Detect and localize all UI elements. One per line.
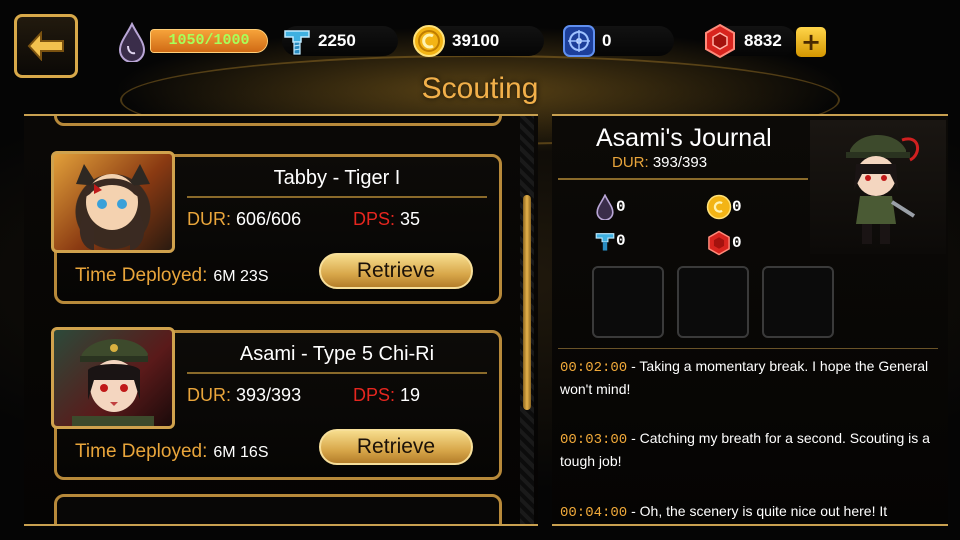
back-button[interactable] bbox=[14, 14, 78, 78]
page-title: Scouting bbox=[421, 72, 539, 105]
dur-label: DUR: bbox=[612, 154, 649, 171]
cores-resource: 0 bbox=[562, 25, 674, 57]
unit-name: Asami - Type 5 Chi-Ri bbox=[187, 343, 487, 374]
list-item-partial-bottom bbox=[54, 494, 502, 524]
retrieve-button[interactable]: Retrieve bbox=[319, 429, 473, 465]
loot-coins-value: 0 bbox=[732, 198, 742, 216]
add-gems-button[interactable]: + bbox=[796, 27, 826, 57]
gems-resource: 8832 bbox=[704, 23, 796, 59]
cores-value: 0 bbox=[602, 31, 612, 50]
time-deployed: Time Deployed: 6M 23S bbox=[75, 265, 269, 287]
retrieve-button[interactable]: Retrieve bbox=[319, 253, 473, 289]
dark-drop-icon bbox=[596, 194, 614, 220]
divider bbox=[558, 178, 808, 180]
time-deployed-label: Time Deployed: bbox=[75, 441, 208, 462]
dps-label: DPS: bbox=[353, 385, 396, 405]
dur-label: DUR: bbox=[187, 209, 231, 229]
portrait-art bbox=[72, 339, 154, 426]
red-gem-icon bbox=[708, 230, 730, 256]
unit-portrait[interactable] bbox=[51, 327, 175, 429]
bolts-resource: 2250 bbox=[282, 26, 398, 56]
deployed-list-panel[interactable]: Tabby - Tiger I DUR: 606/606 DPS: 35 Tim… bbox=[24, 114, 538, 526]
journal-log-entry: 00:02:00 - Taking a momentary break. I h… bbox=[560, 356, 944, 400]
coins-value: 39100 bbox=[452, 31, 500, 50]
journal-log[interactable]: 00:02:00 - Taking a momentary break. I h… bbox=[552, 350, 948, 526]
bolt-icon bbox=[595, 233, 615, 251]
list-item-partial-top bbox=[54, 116, 502, 126]
journal-log-entry: 00:03:00 - Catching my breath for a seco… bbox=[560, 428, 944, 472]
list-scrollbar-thumb[interactable] bbox=[523, 195, 531, 410]
dur-label: DUR: bbox=[187, 385, 231, 405]
unit-dur: DUR: 606/606 bbox=[187, 209, 301, 230]
unit-portrait[interactable] bbox=[51, 151, 175, 253]
dps-value: 35 bbox=[400, 209, 421, 229]
gold-coin-icon bbox=[413, 25, 445, 57]
dur-value: 393/393 bbox=[236, 385, 302, 405]
red-gem-icon bbox=[705, 23, 735, 59]
dps-value: 19 bbox=[400, 385, 421, 405]
time-deployed-value: 6M 23S bbox=[213, 268, 269, 285]
reward-slot[interactable] bbox=[677, 266, 749, 338]
deployed-unit-card: Asami - Type 5 Chi-Ri DUR: 393/393 DPS: … bbox=[51, 327, 502, 480]
bolt-icon bbox=[284, 30, 310, 55]
portrait-art bbox=[76, 164, 150, 250]
unit-chibi-image bbox=[810, 120, 946, 254]
journal-dur: DUR: 393/393 bbox=[612, 154, 707, 171]
log-time: 00:04:00 bbox=[560, 505, 628, 521]
divider bbox=[558, 348, 938, 349]
journal-log-entry: 00:04:00 - Oh, the scenery is quite nice… bbox=[560, 501, 944, 524]
loot-drops: 0 bbox=[594, 194, 626, 220]
chibi-art bbox=[846, 135, 919, 244]
log-text: - Oh, the scenery is quite nice out here… bbox=[627, 503, 888, 519]
journal-panel: Asami's Journal DUR: 393/393 0 0 0 0 00:… bbox=[552, 114, 948, 526]
deployed-unit-card: Tabby - Tiger I DUR: 606/606 DPS: 35 Tim… bbox=[51, 151, 502, 304]
energy-bar: 1050/1000 bbox=[150, 29, 268, 53]
unit-dps: DPS: 35 bbox=[353, 209, 420, 230]
time-deployed-value: 6M 16S bbox=[213, 444, 269, 461]
loot-drops-value: 0 bbox=[616, 198, 626, 216]
back-arrow-icon bbox=[27, 31, 64, 61]
loot-bolts: 0 bbox=[594, 230, 626, 252]
unit-dps: DPS: 19 bbox=[353, 385, 420, 406]
coins-resource: 39100 bbox=[413, 25, 544, 57]
gold-coin-icon bbox=[706, 194, 732, 220]
blue-core-icon bbox=[563, 25, 595, 57]
bolts-value: 2250 bbox=[318, 31, 356, 50]
unit-dur: DUR: 393/393 bbox=[187, 385, 301, 406]
gems-value: 8832 bbox=[744, 31, 782, 50]
log-time: 00:03:00 bbox=[560, 432, 628, 448]
dur-value: 606/606 bbox=[236, 209, 302, 229]
loot-bolts-value: 0 bbox=[616, 232, 626, 250]
reward-slot[interactable] bbox=[762, 266, 834, 338]
loot-gems-value: 0 bbox=[732, 234, 742, 252]
loot-gems: 0 bbox=[706, 230, 742, 256]
dur-value: 393/393 bbox=[652, 154, 708, 171]
time-deployed: Time Deployed: 6M 16S bbox=[75, 441, 269, 463]
dark-drop-icon bbox=[118, 22, 146, 62]
loot-coins: 0 bbox=[706, 194, 742, 220]
time-deployed-label: Time Deployed: bbox=[75, 265, 208, 286]
dps-label: DPS: bbox=[353, 209, 396, 229]
journal-title: Asami's Journal bbox=[596, 124, 772, 152]
log-time: 00:02:00 bbox=[560, 360, 628, 376]
reward-slot[interactable] bbox=[592, 266, 664, 338]
energy-text: 1050/1000 bbox=[168, 32, 250, 49]
unit-name: Tabby - Tiger I bbox=[187, 167, 487, 198]
